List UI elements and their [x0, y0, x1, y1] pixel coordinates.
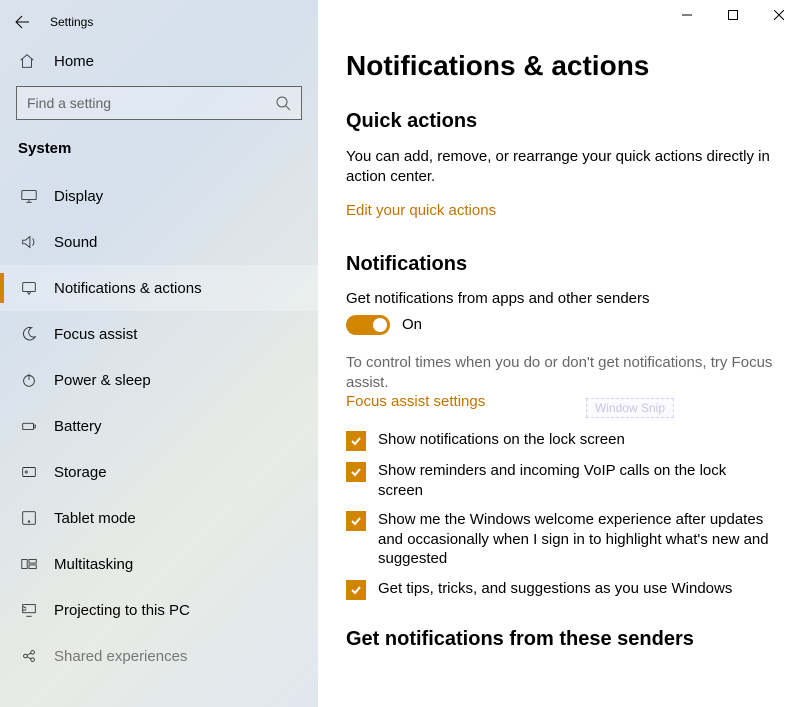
main-pane: Notifications & actions Quick actions Yo… [318, 0, 802, 707]
edit-quick-actions-link[interactable]: Edit your quick actions [346, 202, 496, 219]
checkbox-row-0[interactable]: Show notifications on the lock screen [346, 430, 774, 451]
section-header: System [0, 136, 318, 173]
quick-actions-desc: You can add, remove, or rearrange your q… [346, 147, 774, 188]
sidebar-item-multitask[interactable]: Multitasking [0, 541, 318, 587]
sidebar-item-label: Storage [54, 464, 107, 481]
senders-heading: Get notifications from these senders [346, 628, 774, 651]
checkbox-icon [346, 580, 366, 600]
sidebar-item-label: Sound [54, 234, 97, 251]
checkbox-icon [346, 431, 366, 451]
checkbox-row-3[interactable]: Get tips, tricks, and suggestions as you… [346, 579, 774, 600]
content-scroll[interactable]: Notifications & actions Quick actions Yo… [318, 0, 802, 707]
project-icon [18, 601, 40, 619]
home-icon [18, 52, 36, 70]
sidebar-item-label: Notifications & actions [54, 280, 202, 297]
titlebar: Settings [0, 0, 318, 38]
sidebar-item-battery[interactable]: Battery [0, 403, 318, 449]
window-controls [664, 0, 802, 30]
checkbox-label: Show me the Windows welcome experience a… [378, 510, 774, 569]
nav-list: Display Sound Notifications & actions Focus… [0, 173, 318, 707]
search-input[interactable] [27, 95, 275, 111]
tablet-icon [18, 509, 40, 527]
sidebar-item-storage[interactable]: Storage [0, 449, 318, 495]
notifications-heading: Notifications [346, 253, 774, 276]
sidebar-item-label: Power & sleep [54, 372, 151, 389]
maximize-icon [728, 10, 738, 20]
search-icon [275, 95, 291, 111]
page-title: Notifications & actions [346, 50, 774, 82]
notifications-toggle[interactable]: On [346, 315, 774, 335]
sidebar-item-sound[interactable]: Sound [0, 219, 318, 265]
checkbox-row-2[interactable]: Show me the Windows welcome experience a… [346, 510, 774, 569]
checkbox-icon [346, 462, 366, 482]
close-button[interactable] [756, 0, 802, 30]
sidebar-item-label: Tablet mode [54, 510, 136, 527]
sidebar-item-power[interactable]: Power & sleep [0, 357, 318, 403]
minimize-icon [682, 10, 692, 20]
shared-icon [18, 647, 40, 665]
search-box[interactable] [16, 86, 302, 120]
battery-icon [18, 417, 40, 435]
arrow-left-icon [14, 14, 30, 30]
sidebar-item-label: Display [54, 188, 103, 205]
sidebar-item-shared[interactable]: Shared experiences [0, 633, 318, 679]
checkbox-label: Show reminders and incoming VoIP calls o… [378, 461, 774, 500]
quick-actions-heading: Quick actions [346, 110, 774, 133]
sidebar-item-tablet[interactable]: Tablet mode [0, 495, 318, 541]
toggle-state: On [402, 316, 422, 333]
sidebar-item-label: Projecting to this PC [54, 602, 190, 619]
sound-icon [18, 233, 40, 251]
maximize-button[interactable] [710, 0, 756, 30]
sidebar-item-projecting[interactable]: Projecting to this PC [0, 587, 318, 633]
sidebar: Settings Home System Display Sound Notific… [0, 0, 318, 707]
sidebar-item-display[interactable]: Display [0, 173, 318, 219]
notify-icon [18, 279, 40, 297]
power-icon [18, 371, 40, 389]
snip-overlay: Window Snip [586, 398, 674, 418]
moon-icon [18, 325, 40, 343]
focus-assist-link[interactable]: Focus assist settings [346, 393, 485, 410]
app-title: Settings [44, 15, 93, 29]
sidebar-item-focus[interactable]: Focus assist [0, 311, 318, 357]
sidebar-item-label: Multitasking [54, 556, 133, 573]
toggle-switch-icon [346, 315, 390, 335]
notifications-toggle-row: Get notifications from apps and other se… [346, 290, 774, 335]
close-icon [774, 10, 784, 20]
sidebar-item-label: Battery [54, 418, 102, 435]
checkbox-icon [346, 511, 366, 531]
checkbox-list: Show notifications on the lock screen Sho… [346, 430, 774, 600]
home-label: Home [54, 53, 94, 70]
multitask-icon [18, 555, 40, 573]
sidebar-item-label: Focus assist [54, 326, 137, 343]
sidebar-item-notifications[interactable]: Notifications & actions [0, 265, 318, 311]
display-icon [18, 187, 40, 205]
home-nav[interactable]: Home [0, 38, 318, 86]
checkbox-label: Get tips, tricks, and suggestions as you… [378, 579, 732, 599]
notifications-toggle-label: Get notifications from apps and other se… [346, 290, 774, 307]
focus-assist-desc: To control times when you do or don't ge… [346, 353, 774, 394]
checkbox-label: Show notifications on the lock screen [378, 430, 625, 450]
minimize-button[interactable] [664, 0, 710, 30]
back-button[interactable] [0, 6, 44, 38]
checkbox-row-1[interactable]: Show reminders and incoming VoIP calls o… [346, 461, 774, 500]
sidebar-item-label: Shared experiences [54, 648, 187, 665]
storage-icon [18, 463, 40, 481]
